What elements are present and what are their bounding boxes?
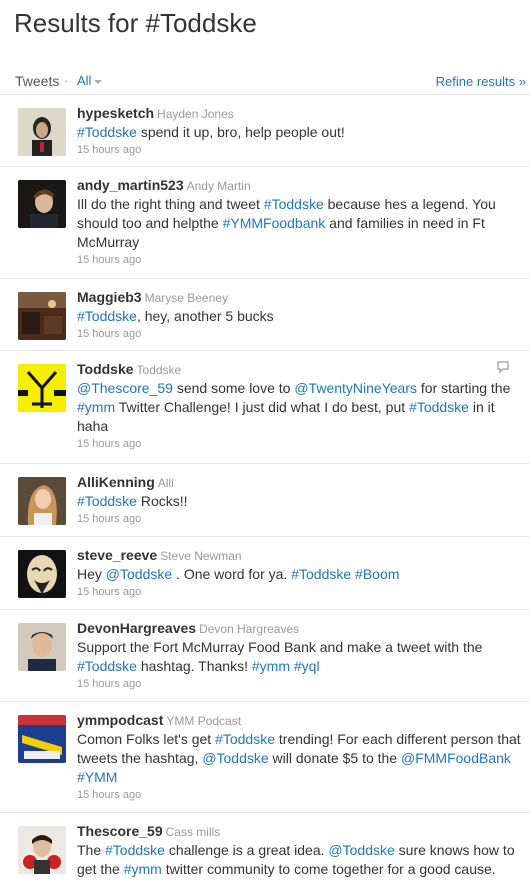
tweet-fullname: YMM Podcast: [166, 714, 242, 728]
tweet-text: Hey @Toddske . One word for ya. #Toddske…: [77, 565, 524, 584]
tweet-timestamp[interactable]: 15 hours ago: [77, 438, 524, 450]
tweet-timestamp[interactable]: 15 hours ago: [77, 789, 524, 801]
tweet-text: #Toddske, hey, another 5 bucks: [77, 307, 524, 326]
tweet-fullname: Hayden Jones: [157, 107, 234, 121]
avatar[interactable]: [18, 477, 66, 525]
chevron-down-icon: [94, 79, 103, 84]
mention-link[interactable]: @FMMFoodBank: [401, 750, 511, 766]
tweet-text-segment: Rocks!!: [136, 493, 188, 509]
tweet-item[interactable]: ymmpodcast YMM Podcast Comon Folks let's …: [0, 702, 530, 813]
tweet-timestamp[interactable]: 15 hours ago: [77, 513, 524, 525]
tweet-timestamp[interactable]: 15 hours ago: [77, 144, 524, 156]
tweet-item[interactable]: AlliKenning Alli #Toddske Rocks!! 15 hour…: [0, 464, 530, 537]
tweet-text: Ill do the right thing and tweet #Toddsk…: [77, 195, 524, 252]
hashtag-link[interactable]: #YMM: [77, 769, 117, 785]
tweet-item[interactable]: steve_reeve Steve Newman Hey @Toddske . O…: [0, 537, 530, 610]
avatar[interactable]: [18, 550, 66, 598]
mention-link[interactable]: @Toddske: [328, 842, 394, 858]
tweet-fullname: Andy Martin: [186, 179, 251, 193]
hashtag-link[interactable]: #Toddske: [77, 658, 137, 674]
tweet-item[interactable]: hypesketch Hayden Jones #Toddske spend it…: [0, 95, 530, 167]
tweet-text-segment: twitter community to come together for a…: [161, 861, 496, 877]
filter-all-dropdown[interactable]: All: [77, 73, 103, 88]
tweet-fullname: Steve Newman: [160, 549, 242, 563]
filter-all-label: All: [77, 73, 92, 88]
hashtag-link[interactable]: #Toddske: [215, 731, 275, 747]
hashtag-link[interactable]: #ymm: [124, 861, 162, 877]
tweet-username[interactable]: Thescore_59: [77, 823, 163, 839]
mention-link[interactable]: @TwentyNineYears: [294, 380, 417, 396]
tweet-text-segment: will donate $5 to the: [268, 750, 401, 766]
tweet-text: Comon Folks let's get #Toddske trending!…: [77, 730, 524, 787]
hashtag-link[interactable]: #Toddske: [264, 196, 324, 212]
tweet-text-segment: Twitter Challenge! I just did what I do …: [115, 399, 410, 415]
tweet-text: Support the Fort McMurray Food Bank and …: [77, 638, 524, 676]
hashtag-link[interactable]: #yql: [294, 658, 320, 674]
hashtag-link[interactable]: #Toddske: [77, 308, 137, 324]
page-title: Results for #Toddske: [14, 8, 257, 38]
tab-separator: ·: [64, 73, 69, 88]
tweet-text-segment: Ill do the right thing and tweet: [77, 196, 264, 212]
tweet-text-segment: challenge is a great idea.: [164, 842, 329, 858]
hashtag-link[interactable]: #Toddske: [291, 566, 351, 582]
tweet-timestamp[interactable]: 15 hours ago: [77, 328, 524, 340]
hashtag-link[interactable]: #Boom: [355, 566, 399, 582]
tweet-text-segment: The: [77, 842, 106, 858]
tweet-username[interactable]: Toddske: [77, 361, 134, 377]
refine-results-link[interactable]: Refine results »: [436, 74, 526, 89]
tweet-text-segment: , hey, another 5 bucks: [136, 308, 274, 324]
hashtag-link[interactable]: #Toddske: [77, 124, 137, 140]
hashtag-link[interactable]: #YMMFoodbank: [223, 215, 326, 231]
mention-link[interactable]: @Toddske: [106, 566, 172, 582]
tweet-text-segment: Comon Folks let's get: [77, 731, 216, 747]
tweet-username[interactable]: ymmpodcast: [77, 712, 163, 728]
tweet-text-segment: Hey: [77, 566, 106, 582]
tweet-username[interactable]: AlliKenning: [77, 474, 155, 490]
tweet-text-segment: Support the Fort McMurray Food Bank and …: [77, 639, 483, 655]
tweet-username[interactable]: hypesketch: [77, 105, 154, 121]
tab-tweets[interactable]: Tweets: [15, 73, 59, 89]
tweet-username[interactable]: DevonHargreaves: [77, 620, 196, 636]
mention-link[interactable]: @Thescore_59: [77, 380, 173, 396]
tweet-timestamp[interactable]: 15 hours ago: [77, 254, 524, 266]
tweet-text-segment: . One word for ya.: [172, 566, 292, 582]
avatar[interactable]: [18, 826, 66, 874]
tweet-timestamp[interactable]: 15 hours ago: [77, 586, 524, 598]
avatar[interactable]: [18, 364, 66, 412]
hashtag-link[interactable]: #ymm: [77, 399, 115, 415]
tweet-text-segment: hashtag. Thanks!: [136, 658, 252, 674]
tweet-item[interactable]: Thescore_59 Cass mills The #Toddske chall…: [0, 813, 530, 896]
hashtag-link[interactable]: #Toddske: [77, 493, 137, 509]
tweet-text-segment: for starting the: [417, 380, 511, 396]
results-tabs-bar: Tweets · All Refine results »: [0, 66, 530, 95]
hashtag-link[interactable]: #Toddske: [105, 842, 165, 858]
avatar[interactable]: [18, 715, 66, 763]
avatar[interactable]: [18, 108, 66, 156]
tweet-text: @Thescore_59 send some love to @TwentyNi…: [77, 379, 524, 436]
tweet-text: The #Toddske challenge is a great idea. …: [77, 841, 524, 879]
tweet-item[interactable]: Toddske Toddske @Thescore_59 send some lo…: [0, 351, 530, 464]
avatar[interactable]: [18, 292, 66, 340]
mention-link[interactable]: @Toddske: [202, 750, 268, 766]
tweet-username[interactable]: steve_reeve: [77, 547, 157, 563]
tweet-fullname: Maryse Beeney: [144, 291, 228, 305]
avatar[interactable]: [18, 623, 66, 671]
tweet-fullname: Devon Hargreaves: [199, 622, 300, 636]
tweet-text: #Toddske spend it up, bro, help people o…: [77, 123, 524, 142]
tweet-item[interactable]: andy_martin523 Andy Martin Ill do the rig…: [0, 167, 530, 279]
tweet-username[interactable]: andy_martin523: [77, 177, 184, 193]
tweet-timestamp[interactable]: 15 hours ago: [77, 678, 524, 690]
tweet-fullname: Alli: [157, 476, 174, 490]
avatar[interactable]: [18, 180, 66, 228]
tweet-fullname: Cass mills: [165, 825, 221, 839]
tweet-item[interactable]: Maggieb3 Maryse Beeney #Toddske, hey, ano…: [0, 279, 530, 351]
tweet-text-segment: send some love to: [172, 380, 295, 396]
tweet-fullname: Toddske: [136, 363, 182, 377]
tweet-text: #Toddske Rocks!!: [77, 492, 524, 511]
tweet-item[interactable]: DevonHargreaves Devon Hargreaves Support …: [0, 610, 530, 702]
hashtag-link[interactable]: #Toddske: [409, 399, 469, 415]
tweet-username[interactable]: Maggieb3: [77, 289, 142, 305]
tweet-text-segment: spend it up, bro, help people out!: [136, 124, 345, 140]
hashtag-link[interactable]: #ymm: [252, 658, 290, 674]
